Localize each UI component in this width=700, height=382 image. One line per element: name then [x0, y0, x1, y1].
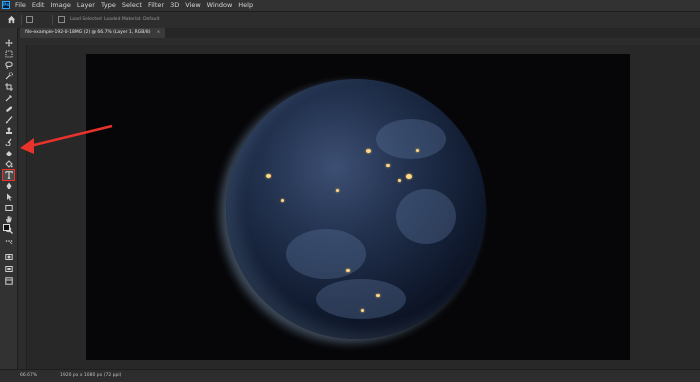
city-lights	[366, 149, 371, 153]
city-lights	[266, 174, 271, 178]
screen-mode-icon	[4, 266, 13, 272]
city-lights	[376, 294, 380, 297]
lasso-icon	[4, 61, 13, 69]
options-divider	[52, 15, 53, 25]
stamp-icon	[5, 127, 12, 134]
paint-bucket-icon	[4, 160, 13, 168]
pen-tool[interactable]	[3, 181, 14, 191]
eraser-tool[interactable]	[3, 148, 14, 158]
healing-brush-tool[interactable]	[3, 104, 14, 114]
history-brush-icon	[5, 138, 11, 146]
menu-3d[interactable]: 3D	[170, 0, 179, 11]
quick-mask-button[interactable]	[3, 252, 14, 262]
document-tab-bar: file-example-192-0-18MG (2) @ 66.7% (Lay…	[20, 28, 700, 38]
move-tool[interactable]	[3, 38, 14, 48]
menu-type[interactable]: Type	[101, 0, 116, 11]
eyedropper-icon	[5, 95, 12, 102]
screen-mode-button[interactable]	[3, 264, 14, 274]
city-lights	[336, 189, 339, 192]
quick-mask-icon	[4, 254, 13, 260]
cloud	[376, 119, 446, 159]
photoshop-logo: Ps	[2, 1, 10, 9]
city-lights	[386, 164, 390, 167]
menu-select[interactable]: Select	[122, 0, 142, 11]
load-selected-label[interactable]: Load Selected	[70, 17, 102, 22]
cloud	[396, 189, 456, 244]
status-bar: 66.67% 1920 px x 1080 px (72 ppi)	[0, 369, 700, 382]
city-lights	[398, 179, 401, 182]
quick-select-icon	[5, 72, 13, 80]
menu-help[interactable]: Help	[238, 0, 253, 11]
zoom-level[interactable]: 66.67%	[20, 370, 37, 382]
crop-tool[interactable]	[3, 82, 14, 92]
menu-filter[interactable]: Filter	[148, 0, 164, 11]
brush-tool[interactable]	[3, 115, 14, 125]
lasso-tool[interactable]	[3, 60, 14, 70]
foreground-color-swatch[interactable]	[3, 224, 10, 231]
rectangle-icon	[4, 205, 13, 211]
tool-preset-icon[interactable]	[26, 16, 33, 23]
brush-icon	[5, 116, 12, 124]
menu-list: File Edit Image Layer Type Select Filter…	[15, 0, 253, 11]
eyedropper-tool[interactable]	[3, 93, 14, 103]
loaded-material-label: Loaded Material: Default	[104, 17, 160, 22]
city-lights	[281, 199, 284, 202]
document-tab-title: file-example-192-0-18MG (2) @ 66.7% (Lay…	[25, 30, 151, 35]
ruler-corner	[18, 38, 26, 45]
vertical-ruler[interactable]	[18, 45, 27, 369]
city-lights	[346, 269, 350, 272]
rectangle-tool[interactable]	[3, 203, 14, 213]
history-brush-tool[interactable]	[3, 137, 14, 147]
marquee-icon	[5, 50, 12, 58]
arrow-cursor-icon	[6, 193, 12, 201]
path-select-tool[interactable]	[3, 192, 14, 202]
move-icon	[4, 39, 13, 47]
menu-window[interactable]: Window	[207, 0, 233, 11]
artboard-button[interactable]	[3, 276, 14, 286]
cloud	[286, 229, 366, 279]
marquee-tool[interactable]	[3, 49, 14, 59]
city-lights	[416, 149, 419, 152]
menu-file[interactable]: File	[15, 0, 26, 11]
swap-colors-button[interactable]	[3, 240, 14, 250]
city-lights	[361, 309, 364, 312]
tools-panel	[0, 28, 18, 369]
document-canvas[interactable]	[86, 54, 630, 360]
clone-stamp-tool[interactable]	[3, 126, 14, 136]
menu-image[interactable]: Image	[50, 0, 70, 11]
hand-icon	[5, 216, 12, 223]
type-tool[interactable]	[2, 169, 15, 181]
type-icon	[4, 171, 13, 179]
earth-night-image	[226, 79, 486, 339]
menu-edit[interactable]: Edit	[32, 0, 45, 11]
gradient-tool[interactable]	[3, 159, 14, 169]
city-lights	[406, 174, 412, 179]
quick-select-tool[interactable]	[3, 71, 14, 81]
hand-tool[interactable]	[3, 214, 14, 224]
cloud	[316, 279, 406, 319]
menu-layer[interactable]: Layer	[77, 0, 95, 11]
menu-view[interactable]: View	[185, 0, 200, 11]
eraser-icon	[5, 151, 12, 156]
menu-bar: Ps File Edit Image Layer Type Select Fil…	[0, 0, 700, 11]
document-info[interactable]: 1920 px x 1080 px (72 ppi)	[60, 370, 121, 382]
home-icon[interactable]	[7, 15, 16, 24]
bandage-icon	[5, 106, 12, 112]
pen-icon	[6, 182, 11, 189]
material-icon[interactable]	[58, 16, 65, 23]
options-bar: Load Selected Loaded Material: Default	[0, 11, 700, 29]
swap-colors-icon	[9, 241, 12, 245]
options-divider	[21, 15, 22, 25]
close-tab-icon[interactable]: ×	[156, 28, 160, 38]
artboard-icon	[4, 277, 13, 285]
document-tab[interactable]: file-example-192-0-18MG (2) @ 66.7% (Lay…	[20, 28, 166, 38]
crop-icon	[4, 83, 13, 91]
